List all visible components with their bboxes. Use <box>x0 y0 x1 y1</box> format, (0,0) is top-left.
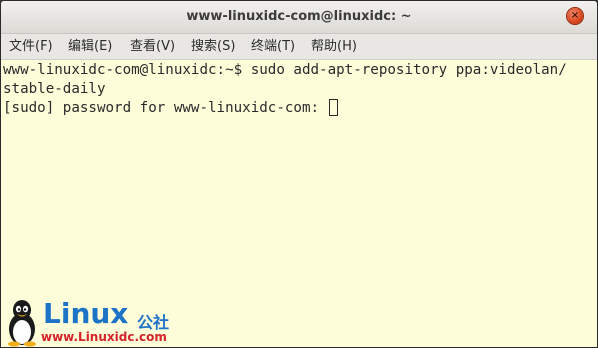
terminal-window: www-linuxidc-com@linuxidc: ~ × 文件(F) 编辑(… <box>0 0 598 348</box>
terminal-cursor <box>328 99 338 116</box>
window-title: www-linuxidc-com@linuxidc: ~ <box>186 9 412 24</box>
menu-item-help[interactable]: 帮助(H) <box>311 34 357 59</box>
terminal-line: www-linuxidc-com@linuxidc:~$ sudo add-ap… <box>3 62 567 78</box>
password-prompt: [sudo] password for www-linuxidc-com: <box>3 100 328 116</box>
watermark-logo: Linux 公社 www.Linuxidc.com <box>5 297 195 347</box>
menu-item-terminal[interactable]: 终端(T) <box>251 34 295 59</box>
menu-item-search[interactable]: 搜索(S) <box>191 34 235 59</box>
menu-item-file[interactable]: 文件(F) <box>9 34 53 59</box>
menu-item-view[interactable]: 查看(V) <box>130 34 175 59</box>
watermark-url: www.Linuxidc.com <box>41 330 167 344</box>
terminal-line: [sudo] password for www-linuxidc-com: <box>3 99 338 118</box>
close-button[interactable]: × <box>567 8 583 24</box>
tux-penguin-icon <box>8 300 36 347</box>
menu-bar: 文件(F) 编辑(E) 查看(V) 搜索(S) 终端(T) 帮助(H) <box>1 34 597 60</box>
terminal-line: stable-daily <box>3 81 106 97</box>
menu-item-edit[interactable]: 编辑(E) <box>68 34 112 59</box>
title-bar[interactable]: www-linuxidc-com@linuxidc: ~ × <box>1 1 597 34</box>
close-icon: × <box>570 10 580 21</box>
watermark-brand: Linux <box>43 297 129 330</box>
